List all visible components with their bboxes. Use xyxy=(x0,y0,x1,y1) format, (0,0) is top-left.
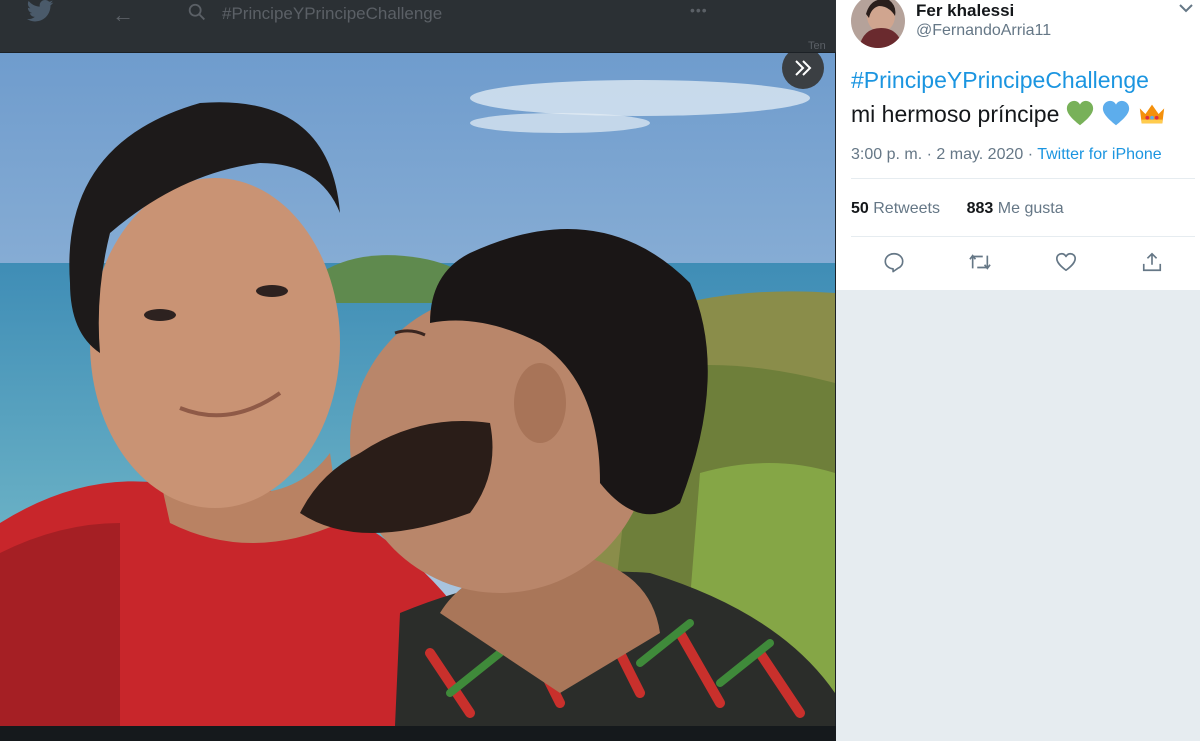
tweet-photo[interactable] xyxy=(0,53,835,726)
meta-separator: · xyxy=(1027,146,1034,163)
photo-illustration xyxy=(0,53,835,726)
divider xyxy=(851,236,1195,237)
retweets-label: Retweets xyxy=(873,200,940,217)
share-icon xyxy=(1142,252,1162,272)
reply-button[interactable] xyxy=(880,248,908,276)
retweet-icon xyxy=(969,254,991,270)
tweet-text: mi hermoso príncipe xyxy=(851,99,1167,129)
background-side-text: Ten xyxy=(808,40,826,52)
back-arrow-icon[interactable]: ← xyxy=(112,2,134,28)
crown-icon xyxy=(1140,104,1165,124)
avatar[interactable] xyxy=(851,0,905,48)
likes-stat[interactable]: 883 Me gusta xyxy=(967,200,1064,217)
tweet-source-link[interactable]: Twitter for iPhone xyxy=(1037,146,1162,163)
double-chevron-right-icon xyxy=(795,60,812,76)
share-button[interactable] xyxy=(1138,248,1166,276)
twitter-bird-icon xyxy=(26,0,54,22)
user-handle[interactable]: @FernandoArria11 xyxy=(916,22,1051,40)
like-button[interactable] xyxy=(1052,248,1080,276)
blue-heart-icon xyxy=(1103,100,1130,126)
tweet-stats: 50 Retweets 883 Me gusta xyxy=(851,200,1064,218)
more-icon[interactable]: ••• xyxy=(690,2,708,18)
dimmed-backdrop-bottom xyxy=(0,726,836,741)
tweet-date[interactable]: 2 may. 2020 xyxy=(936,146,1023,163)
like-icon xyxy=(1056,252,1076,272)
green-heart-icon xyxy=(1067,100,1094,126)
replies-area xyxy=(836,291,1200,741)
search-icon xyxy=(188,3,205,21)
reply-icon xyxy=(884,252,904,273)
tweet-meta: 3:00 p. m. · 2 may. 2020 · Twitter for i… xyxy=(851,146,1162,164)
retweets-count: 50 xyxy=(851,200,869,217)
background-search-query[interactable]: #PrincipeYPrincipeChallenge xyxy=(222,4,442,24)
retweets-stat[interactable]: 50 Retweets xyxy=(851,200,940,217)
divider xyxy=(851,178,1195,179)
display-name[interactable]: Fer khalessi xyxy=(916,1,1014,21)
background-header: ← #PrincipeYPrincipeChallenge ••• xyxy=(0,0,836,52)
likes-count: 883 xyxy=(966,200,994,217)
chevron-down-icon[interactable] xyxy=(1178,1,1194,15)
tweet-actions xyxy=(836,248,1200,278)
retweet-button[interactable] xyxy=(966,248,994,276)
likes-label: Me gusta xyxy=(997,200,1064,217)
tweet-text-content: mi hermoso príncipe xyxy=(851,100,1060,127)
tweet-time[interactable]: 3:00 p. m. xyxy=(851,146,922,163)
tweet-panel: Fer khalessi @FernandoArria11 #PrincipeY… xyxy=(836,0,1200,741)
hashtag-link[interactable]: #PrincipeYPrincipeChallenge xyxy=(851,67,1149,94)
meta-separator: · xyxy=(926,146,932,163)
